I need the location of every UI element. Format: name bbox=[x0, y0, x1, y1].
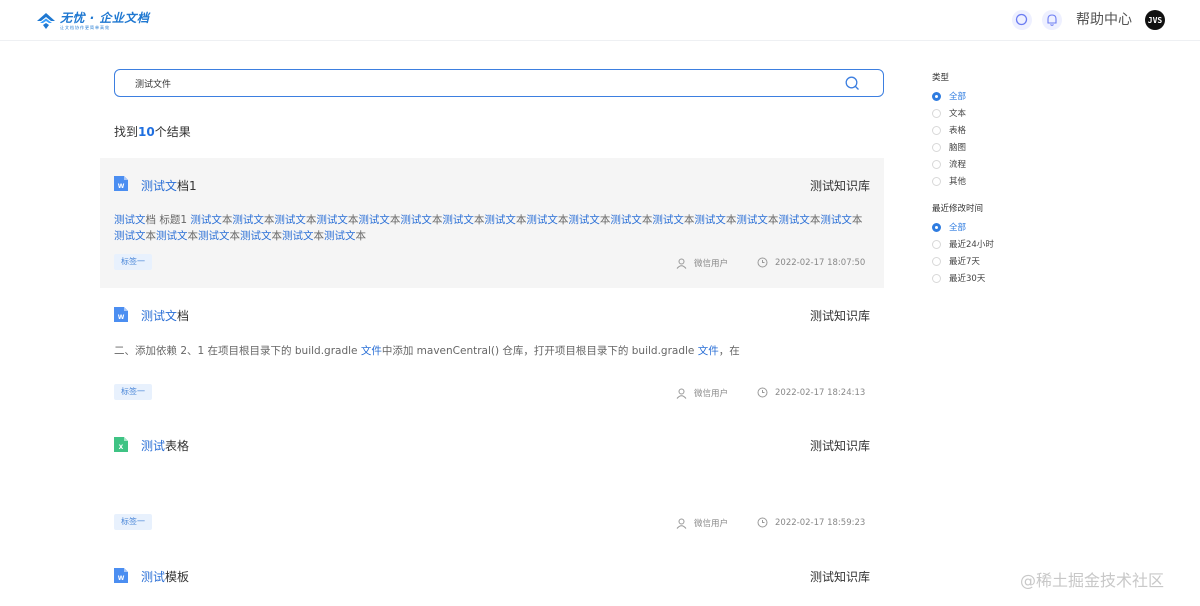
time-option-7d[interactable]: 最近7天 bbox=[932, 255, 980, 267]
time-info: 2022-02-17 18:24:13 bbox=[757, 387, 865, 398]
result-snippet: 测试文档 标题1 测试文本测试文本测试文本测试文本测试文本测试文本测试文本测试文… bbox=[114, 214, 863, 242]
bell-icon bbox=[1047, 14, 1057, 26]
type-option-all[interactable]: 全部 bbox=[932, 90, 966, 102]
radio[interactable] bbox=[932, 108, 941, 118]
author-info: 微信用户 bbox=[676, 387, 728, 399]
time-filter-title: 最近修改时间 bbox=[932, 204, 984, 214]
user-icon bbox=[676, 258, 687, 269]
tag-badge[interactable]: 标签一 bbox=[114, 254, 152, 270]
result-library[interactable]: 测试知识库 bbox=[810, 437, 870, 454]
result-title[interactable]: 测试文档1 bbox=[141, 177, 197, 194]
notification-button[interactable] bbox=[1042, 10, 1062, 30]
time-info: 2022-02-17 18:07:50 bbox=[757, 257, 865, 268]
type-option-text[interactable]: 文本 bbox=[932, 107, 966, 119]
radio[interactable] bbox=[932, 256, 941, 266]
search-icon bbox=[1015, 13, 1028, 26]
result-card[interactable]: W 测试文档 测试知识库 二、添加依赖 2、1 在项目根目录下的 build.g… bbox=[100, 288, 884, 418]
help-center-link[interactable]: 帮助中心 bbox=[1076, 11, 1132, 29]
radio[interactable] bbox=[932, 176, 941, 186]
type-option-flow[interactable]: 流程 bbox=[932, 158, 966, 170]
author-info: 微信用户 bbox=[676, 517, 728, 529]
radio[interactable] bbox=[932, 273, 941, 283]
time-option-all[interactable]: 全部 bbox=[932, 221, 966, 233]
radio[interactable] bbox=[932, 142, 941, 152]
header-search-button[interactable] bbox=[1012, 10, 1032, 30]
result-snippet: 二、添加依赖 2、1 在项目根目录下的 build.gradle 文件中添加 m… bbox=[114, 345, 740, 357]
result-title[interactable]: 测试模板 bbox=[141, 568, 189, 585]
author-info: 微信用户 bbox=[676, 257, 728, 269]
result-library[interactable]: 测试知识库 bbox=[810, 177, 870, 194]
result-library[interactable]: 测试知识库 bbox=[810, 307, 870, 324]
word-doc-icon: W bbox=[114, 307, 128, 322]
type-option-mindmap[interactable]: 脑图 bbox=[932, 141, 966, 153]
tag-badge[interactable]: 标签一 bbox=[114, 384, 152, 400]
word-doc-icon: W bbox=[114, 176, 128, 191]
word-doc-icon: W bbox=[114, 568, 128, 583]
result-count: 找到10个结果 bbox=[114, 125, 191, 139]
svg-text:W: W bbox=[118, 183, 125, 190]
type-filter-title: 类型 bbox=[932, 73, 950, 83]
svg-text:W: W bbox=[118, 314, 125, 321]
logo-title: 无忧 · 企业文档 bbox=[60, 10, 150, 25]
time-option-24h[interactable]: 最近24小时 bbox=[932, 238, 994, 250]
type-option-other[interactable]: 其他 bbox=[932, 175, 966, 187]
user-avatar[interactable]: JVS bbox=[1145, 10, 1165, 30]
result-card[interactable]: W 测试文档1 测试知识库 测试文档 标题1 测试文本测试文本测试文本测试文本测… bbox=[100, 158, 884, 288]
tag-badge[interactable]: 标签一 bbox=[114, 514, 152, 530]
result-title[interactable]: 测试文档 bbox=[141, 307, 189, 324]
result-card[interactable]: X 测试表格 测试知识库 标签一 微信用户 2022-02-17 18:59:2… bbox=[100, 418, 884, 548]
user-icon bbox=[676, 518, 687, 529]
top-header: 无忧 · 企业文档 让文档协作更简单高效 帮助中心 JVS bbox=[0, 0, 1200, 41]
logo-subtitle: 让文档协作更简单高效 bbox=[60, 24, 110, 30]
radio[interactable] bbox=[932, 125, 941, 135]
time-option-30d[interactable]: 最近30天 bbox=[932, 272, 985, 284]
time-info: 2022-02-17 18:59:23 bbox=[757, 517, 865, 528]
logo-icon bbox=[37, 13, 55, 29]
clock-icon bbox=[757, 387, 768, 398]
logo[interactable]: 无忧 · 企业文档 让文档协作更简单高效 bbox=[36, 10, 149, 32]
clock-icon bbox=[757, 257, 768, 268]
result-title[interactable]: 测试表格 bbox=[141, 437, 189, 454]
result-card[interactable]: W 测试模板 测试知识库 bbox=[100, 548, 884, 606]
search-input[interactable] bbox=[135, 70, 825, 96]
type-option-table[interactable]: 表格 bbox=[932, 124, 966, 136]
user-icon bbox=[676, 388, 687, 399]
radio[interactable] bbox=[932, 239, 941, 249]
result-library[interactable]: 测试知识库 bbox=[810, 568, 870, 585]
watermark: @稀土掘金技术社区 bbox=[1020, 571, 1165, 590]
svg-text:X: X bbox=[119, 444, 124, 451]
search-icon[interactable] bbox=[845, 76, 860, 91]
radio-selected[interactable] bbox=[932, 222, 941, 232]
radio[interactable] bbox=[932, 159, 941, 169]
radio-selected[interactable] bbox=[932, 91, 941, 101]
search-bar bbox=[114, 69, 884, 97]
excel-doc-icon: X bbox=[114, 437, 128, 452]
svg-text:W: W bbox=[118, 575, 125, 582]
clock-icon bbox=[757, 517, 768, 528]
